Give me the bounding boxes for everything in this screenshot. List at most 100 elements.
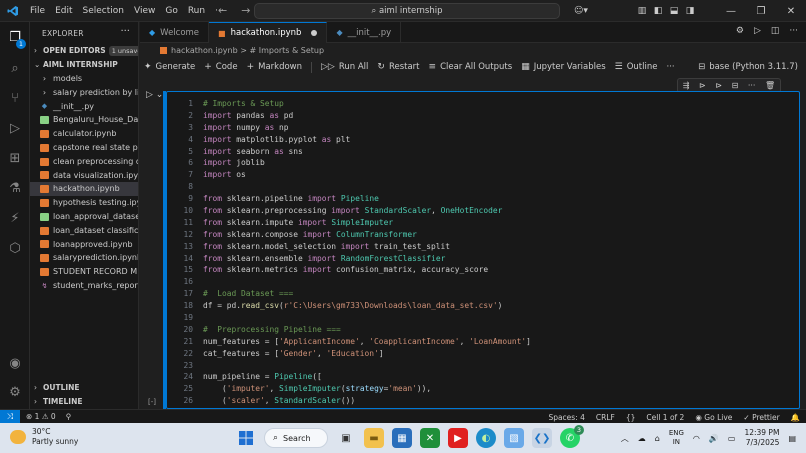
volume-icon[interactable]: 🔊 xyxy=(709,434,719,443)
eol-status[interactable]: CRLF xyxy=(596,413,615,422)
code-line[interactable]: 24 num_pipeline = Pipeline([ xyxy=(167,371,799,383)
minimize-icon[interactable]: — xyxy=(716,6,746,17)
split-cell-icon[interactable]: ⊟ xyxy=(732,81,739,90)
windows-start-icon[interactable] xyxy=(236,428,256,448)
network-icon[interactable]: ⌂ xyxy=(655,434,660,443)
tab-welcome[interactable]: ◆ Welcome xyxy=(140,22,210,43)
maximize-icon[interactable]: ❐ xyxy=(746,6,776,17)
tree-item[interactable]: loan_approval_datase... xyxy=(30,210,138,224)
code-line[interactable]: 7 import os xyxy=(167,169,799,181)
onedrive-icon[interactable]: ☁ xyxy=(638,434,646,443)
tree-item[interactable]: loan_dataset classifica... xyxy=(30,224,138,238)
battery-icon[interactable]: ▭ xyxy=(728,434,736,443)
run-cell-button[interactable]: ▷ ⌄ xyxy=(146,90,163,100)
code-line[interactable]: 2 import pandas as pd xyxy=(167,110,799,122)
tree-item[interactable]: Bengaluru_House_Dat... xyxy=(30,113,138,127)
outline-section[interactable]: › OUTLINE xyxy=(30,381,138,395)
tab-hackathon[interactable]: ■ hackathon.ipynb xyxy=(209,22,328,43)
toolbar-more-button[interactable]: ··· xyxy=(667,62,675,72)
tree-item[interactable]: › salary prediction by li... xyxy=(30,86,138,100)
tree-item[interactable]: › models xyxy=(30,72,138,86)
back-arrow-icon[interactable]: ← xyxy=(218,4,227,17)
explorer-more-button[interactable]: ··· xyxy=(120,26,130,37)
menu-run[interactable]: Run xyxy=(183,6,210,16)
problems-indicator[interactable]: ⊗ 1 ⚠ 0 xyxy=(26,412,56,421)
settings-icon[interactable]: ⚙ xyxy=(6,384,24,402)
remote-explorer-icon[interactable]: ⬡ xyxy=(6,240,24,258)
add-markdown-button[interactable]: + Markdown xyxy=(247,62,302,72)
breadcrumb-section[interactable]: Imports & Setup xyxy=(259,46,324,55)
code-line[interactable]: 21 num_features = ['ApplicantIncome', 'Co… xyxy=(167,336,799,348)
code-cell[interactable]: 1 # Imports & Setup 2 import pandas as pd 3 i… xyxy=(166,91,800,409)
code-line[interactable]: 3 import numpy as np xyxy=(167,122,799,134)
close-icon[interactable]: ✕ xyxy=(776,6,806,17)
code-line[interactable]: 5 import seaborn as sns xyxy=(167,146,799,158)
tree-item[interactable]: STUDENT RECORD M... xyxy=(30,265,138,279)
code-line[interactable]: 10 from sklearn.preprocessing import Stan… xyxy=(167,205,799,217)
cell-more-icon[interactable]: ··· xyxy=(748,81,756,90)
source-control-icon[interactable]: ⑂ xyxy=(6,90,24,108)
split-editor-icon[interactable]: ◫ xyxy=(771,26,780,36)
jupyter-icon[interactable]: ⚡ xyxy=(6,210,24,228)
open-editors-section[interactable]: › OPEN EDITORS1 unsaved xyxy=(30,44,138,58)
forward-arrow-icon[interactable]: → xyxy=(241,4,250,17)
code-line[interactable]: 26 ('scaler', StandardScaler()) xyxy=(167,395,799,407)
tree-item[interactable]: ◆ __init__.py xyxy=(30,100,138,114)
microsoft-store-icon[interactable]: ▦ xyxy=(392,428,412,448)
toggle-secondary-icon[interactable]: ◨ xyxy=(682,6,698,16)
generate-button[interactable]: ✦ Generate xyxy=(144,62,195,72)
code-line[interactable]: 16 xyxy=(167,276,799,288)
layout-icon[interactable]: ▥ xyxy=(634,6,650,16)
menu-view[interactable]: View xyxy=(129,6,160,16)
execute-above-icon[interactable]: ⊳ xyxy=(699,81,706,90)
file-explorer-icon[interactable]: ▬ xyxy=(364,428,384,448)
run-by-line-icon[interactable]: ⇶ xyxy=(683,81,690,90)
xbox-icon[interactable]: ✕ xyxy=(420,428,440,448)
tree-item[interactable]: data visualization.ipynb xyxy=(30,169,138,183)
youtube-icon[interactable]: ▶ xyxy=(448,428,468,448)
folder-section[interactable]: ⌄ AIML INTERNSHIP xyxy=(30,58,138,72)
unsaved-dot-icon[interactable] xyxy=(311,30,318,36)
search-icon[interactable]: ⌕ xyxy=(6,60,24,78)
run-icon[interactable]: ▷ xyxy=(754,26,761,36)
code-line[interactable]: 17 # Load Dataset === xyxy=(167,288,799,300)
wifi-icon[interactable]: ◠ xyxy=(693,434,700,443)
code-line[interactable]: 23 xyxy=(167,360,799,372)
prettier-button[interactable]: ✓ Prettier xyxy=(743,413,779,422)
delete-cell-icon[interactable]: 🗑 xyxy=(765,81,775,90)
tree-item[interactable]: calculator.ipynb xyxy=(30,127,138,141)
code-line[interactable]: 12 from sklearn.compose import ColumnTran… xyxy=(167,229,799,241)
breadcrumb-file[interactable]: hackathon.ipynb xyxy=(171,46,238,55)
code-line[interactable]: 22 cat_features = ['Gender', 'Education'] xyxy=(167,348,799,360)
code-line[interactable]: 20 # Preprocessing Pipeline === xyxy=(167,324,799,336)
tree-item[interactable]: capstone real state pr... xyxy=(30,141,138,155)
clear-outputs-button[interactable]: ≡ Clear All Outputs xyxy=(429,62,513,72)
code-line[interactable]: 25 ('imputer', SimpleImputer(strategy='m… xyxy=(167,383,799,395)
account-icon[interactable]: ◉ xyxy=(6,355,24,373)
menu-selection[interactable]: Selection xyxy=(78,6,129,16)
tab-init-py[interactable]: ◆ __init__.py xyxy=(327,22,402,43)
taskbar-search[interactable]: ⌕ Search xyxy=(264,428,328,448)
settings-gear-icon[interactable]: ⚙ xyxy=(736,26,744,36)
cell-status[interactable]: Cell 1 of 2 xyxy=(646,413,684,422)
code-line[interactable]: 11 from sklearn.impute import SimpleImput… xyxy=(167,217,799,229)
timeline-section[interactable]: › TIMELINE xyxy=(30,395,138,409)
code-line[interactable]: 9 from sklearn.pipeline import Pipeline xyxy=(167,193,799,205)
code-line[interactable]: 15 from sklearn.metrics import confusion_… xyxy=(167,264,799,276)
execute-below-icon[interactable]: ⊳ xyxy=(715,81,722,90)
code-line[interactable]: 18 df = pd.read_csv(r'C:\Users\gm733\Down… xyxy=(167,300,799,312)
tree-item[interactable]: hackathon.ipynb xyxy=(30,182,138,197)
language-braces-status[interactable]: {} xyxy=(626,413,636,422)
copilot-icon[interactable]: ☺▾ xyxy=(568,6,594,16)
tree-item[interactable]: loanapproved.ipynb xyxy=(30,238,138,252)
antenna-icon[interactable]: ⚲ xyxy=(66,412,72,421)
remote-indicator-icon[interactable]: ⤨ xyxy=(0,409,20,424)
code-line[interactable]: 6 import joblib xyxy=(167,157,799,169)
testing-icon[interactable]: ⚗ xyxy=(6,180,24,198)
edge-icon[interactable]: ◐ xyxy=(476,428,496,448)
extensions-icon[interactable]: ⊞ xyxy=(6,150,24,168)
code-line[interactable]: 4 import matplotlib.pyplot as plt xyxy=(167,134,799,146)
notifications-bell-icon[interactable]: 🔔 xyxy=(791,413,800,422)
code-line[interactable]: 19 xyxy=(167,312,799,324)
tree-item[interactable]: clean preprocessing d... xyxy=(30,155,138,169)
